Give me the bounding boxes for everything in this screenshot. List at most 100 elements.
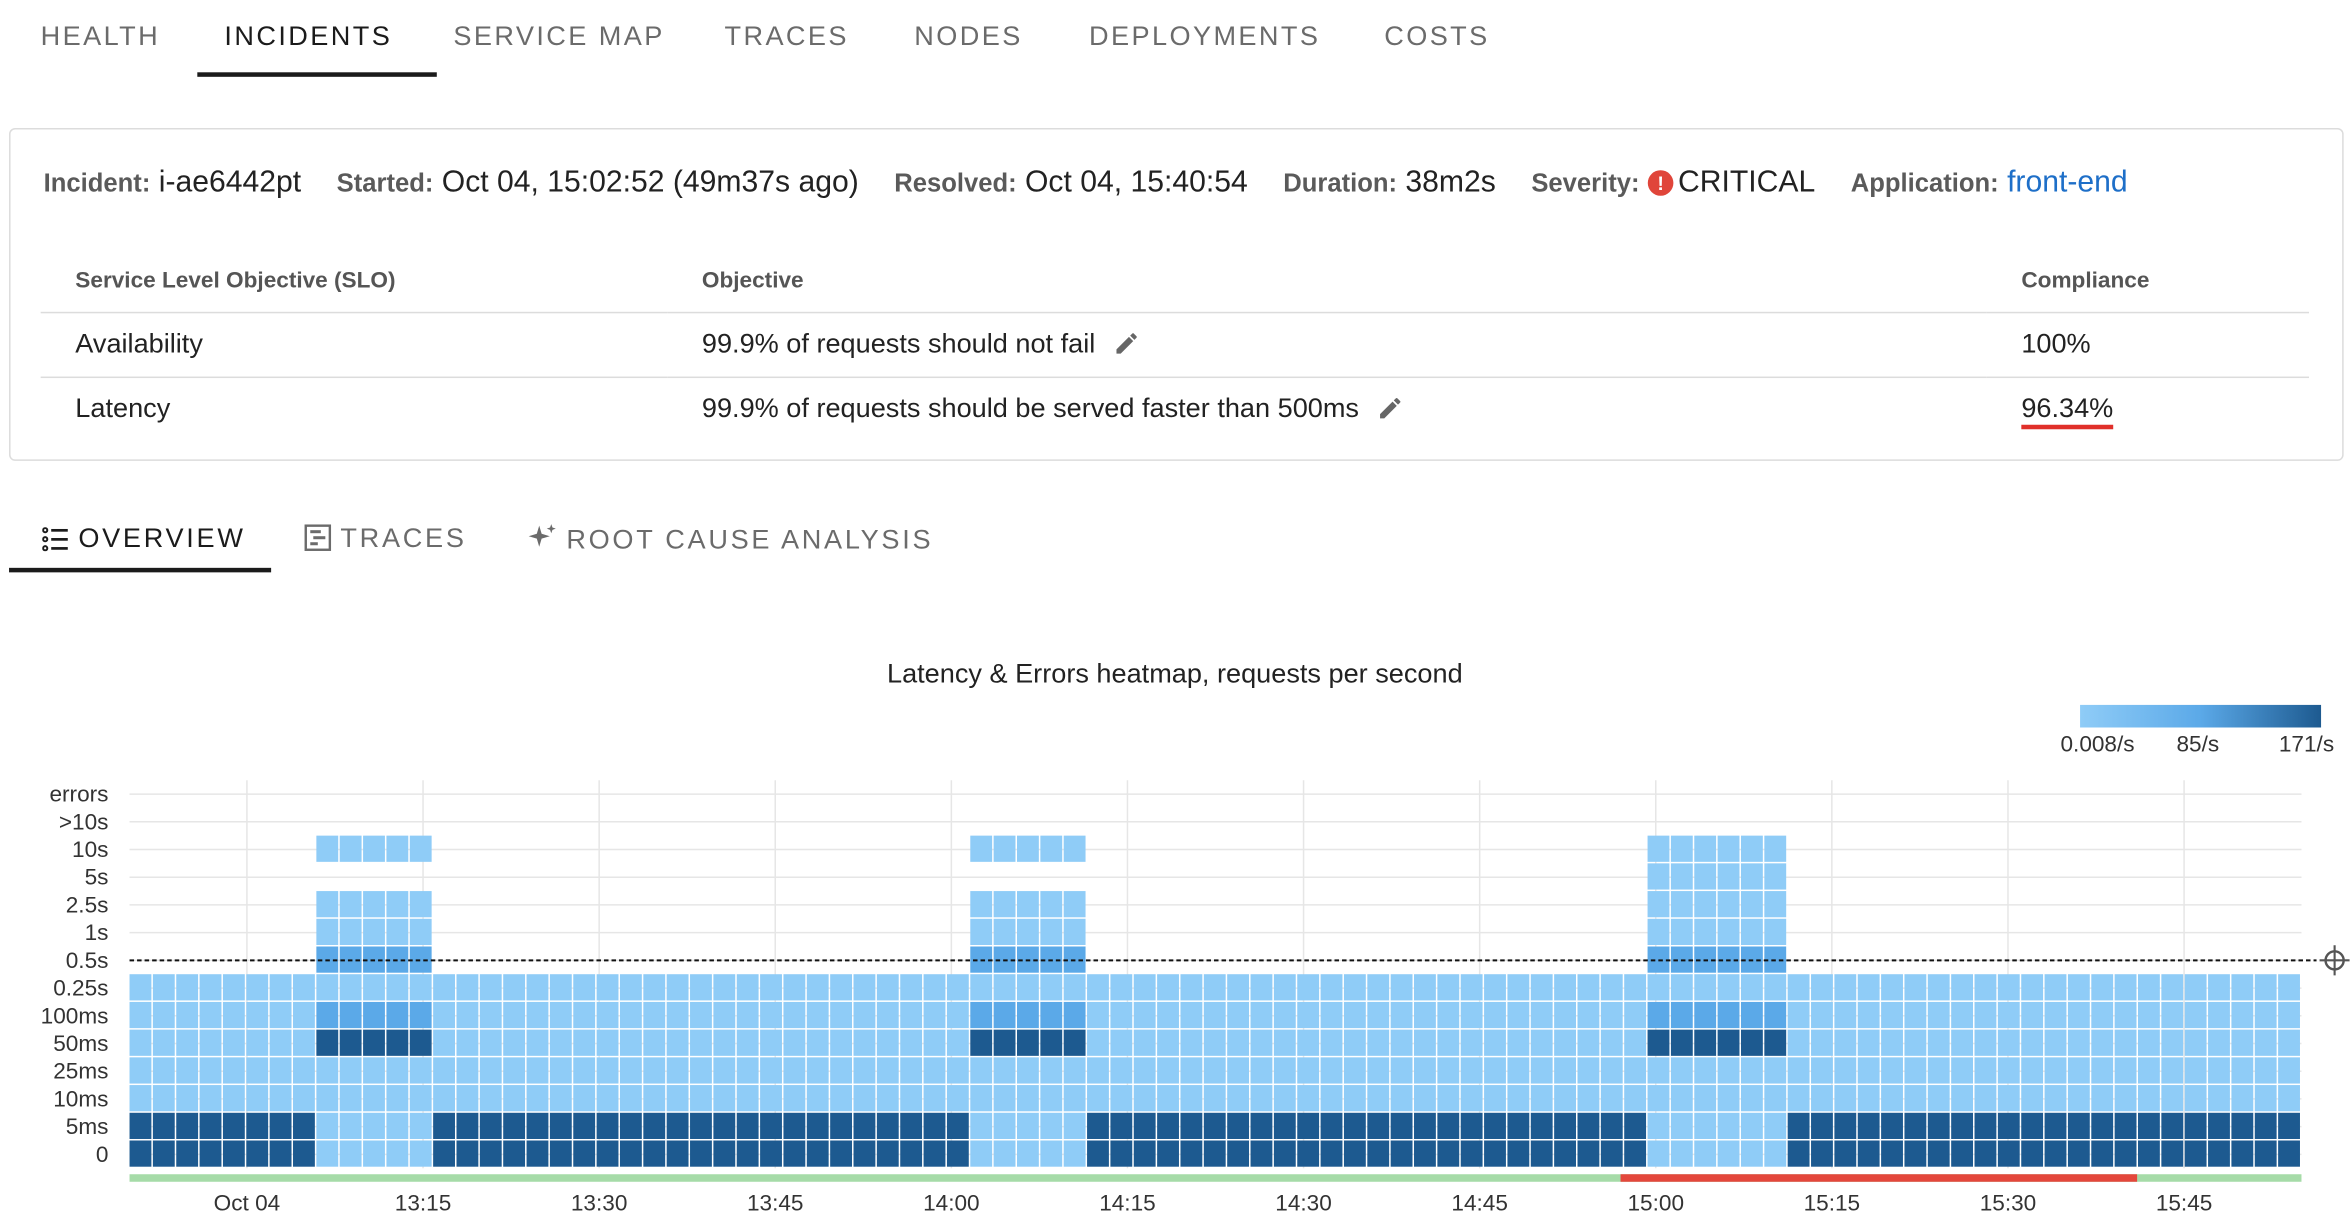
heatmap-cell	[293, 1001, 315, 1029]
heatmap-cell	[1437, 1029, 1460, 1056]
heatmap-cell	[643, 1140, 666, 1167]
resolved-value: Oct 04, 15:40:54	[1024, 166, 1248, 200]
heatmap-cell	[2067, 1029, 2090, 1056]
heatmap-cell	[2208, 1029, 2230, 1056]
heatmap-cell	[970, 835, 993, 862]
heatmap-cell	[1063, 974, 1086, 1001]
heatmap-cell	[1367, 1001, 1390, 1029]
heatmap-cell	[2161, 1140, 2184, 1167]
heatmap-cell	[1414, 974, 1436, 1001]
slo-objective: 99.9% of requests should not fail	[701, 328, 1096, 359]
heatmap-cell	[1997, 1140, 2020, 1167]
heatmap-cell	[1203, 1029, 1226, 1056]
heatmap-cell	[1811, 1029, 1833, 1056]
edit-pencil-icon[interactable]	[1377, 395, 1404, 422]
slo-objective-cell: 99.9% of requests should not fail	[667, 312, 1987, 379]
heatmap-cell	[1694, 1085, 1717, 1112]
heatmap-cell	[783, 1001, 806, 1029]
y-tick-label: 5s	[85, 865, 109, 890]
heatmap-cell	[1367, 1085, 1390, 1112]
heatmap-cell	[1460, 1085, 1483, 1112]
heatmap-cell	[1437, 1112, 1460, 1139]
top-nav: HEALTH INCIDENTS SERVICE MAP TRACES NODE…	[0, 0, 2350, 78]
subtab-traces[interactable]: TRACES	[304, 523, 466, 555]
heatmap-cell	[1787, 974, 1810, 1001]
heatmap-cell	[1670, 1029, 1693, 1056]
heatmap-cell	[269, 974, 292, 1001]
tab-traces[interactable]: TRACES	[724, 21, 848, 53]
heatmap-cell	[363, 1085, 385, 1112]
heatmap-cell	[1087, 1112, 1109, 1139]
tab-service-map[interactable]: SERVICE MAP	[453, 21, 664, 53]
heatmap-cell	[2137, 1057, 2160, 1084]
heatmap-cell	[1670, 974, 1693, 1001]
heatmap-cell	[1717, 918, 1740, 945]
heatmap-cell	[1320, 1001, 1343, 1029]
heatmap-cell	[713, 974, 736, 1001]
heatmap-cell	[129, 974, 152, 1001]
x-tick-label: 14:30	[1275, 1190, 1332, 1214]
heatmap-cell	[456, 1140, 479, 1167]
heatmap-cell	[1414, 1029, 1436, 1056]
tab-health[interactable]: HEALTH	[41, 21, 160, 53]
tab-nodes[interactable]: NODES	[914, 21, 1022, 53]
heatmap-cell	[1414, 1085, 1436, 1112]
edit-pencil-icon[interactable]	[1113, 330, 1140, 357]
heatmap-cell	[1764, 1085, 1787, 1112]
heatmap-cell	[1904, 1001, 1927, 1029]
heatmap-cell	[713, 1029, 736, 1056]
heatmap-cell	[1670, 1057, 1693, 1084]
heatmap-cell	[2021, 1085, 2044, 1112]
heatmap-cell	[1881, 1140, 1903, 1167]
heatmap-cell	[1227, 1029, 1250, 1056]
heatmap-cell	[923, 1112, 946, 1139]
heatmap-cell	[1717, 1001, 1740, 1029]
heatmap-cell	[596, 974, 619, 1001]
tab-deployments[interactable]: DEPLOYMENTS	[1089, 21, 1320, 53]
y-tick-label: errors	[49, 782, 108, 807]
y-tick-label: 50ms	[53, 1031, 108, 1056]
heatmap-cell	[1717, 891, 1740, 918]
heatmap-cell	[1087, 974, 1109, 1001]
heatmap-cell	[1577, 1057, 1600, 1084]
subtab-overview[interactable]: OVERVIEW	[42, 523, 245, 555]
heatmap-cell	[2208, 1085, 2230, 1112]
heatmap-cell	[1717, 1057, 1740, 1084]
x-tick-label: 14:15	[1099, 1190, 1156, 1214]
tab-incidents[interactable]: INCIDENTS	[224, 21, 392, 53]
heatmap-cell	[619, 1029, 642, 1056]
y-tick-label: 100ms	[41, 1003, 109, 1028]
heatmap-cell	[1507, 1112, 1530, 1139]
y-tick-label: 2.5s	[66, 892, 109, 917]
heatmap-cell	[1857, 1001, 1880, 1029]
heatmap-cell	[1554, 974, 1576, 1001]
heatmap-cell	[1484, 1085, 1506, 1112]
subtab-root-cause-analysis[interactable]: ROOT CAUSE ANALYSIS	[527, 523, 933, 556]
heatmap-cell	[1530, 1085, 1553, 1112]
heatmap-cell	[760, 974, 782, 1001]
heatmap-cell	[526, 1112, 549, 1139]
tab-costs[interactable]: COSTS	[1384, 21, 1489, 53]
heatmap-cell	[2021, 1140, 2044, 1167]
heatmap-cell	[316, 1085, 339, 1112]
heatmap-cell	[573, 1029, 596, 1056]
heatmap-cell	[386, 1029, 409, 1056]
heatmap-cell	[1227, 974, 1250, 1001]
heatmap-cell	[222, 1029, 245, 1056]
heatmap-cell	[970, 1029, 993, 1056]
heatmap-cell	[1157, 1057, 1179, 1084]
heatmap-cell	[1250, 1029, 1273, 1056]
heatmap-cell	[1343, 1057, 1366, 1084]
heatmap-cell	[2161, 974, 2184, 1001]
x-tick-label: 14:45	[1451, 1190, 1508, 1214]
heatmap-cell	[549, 1085, 572, 1112]
heatmap-cell	[1554, 1057, 1576, 1084]
heatmap-cell	[900, 1057, 923, 1084]
heatmap-cell	[1484, 1057, 1506, 1084]
heatmap-cell	[1484, 974, 1506, 1001]
heatmap-cell	[1437, 1057, 1460, 1084]
heatmap-cell	[1460, 1140, 1483, 1167]
application-link[interactable]: front-end	[2007, 166, 2128, 199]
heatmap-cell	[876, 1085, 899, 1112]
heatmap-cell	[2091, 1112, 2114, 1139]
